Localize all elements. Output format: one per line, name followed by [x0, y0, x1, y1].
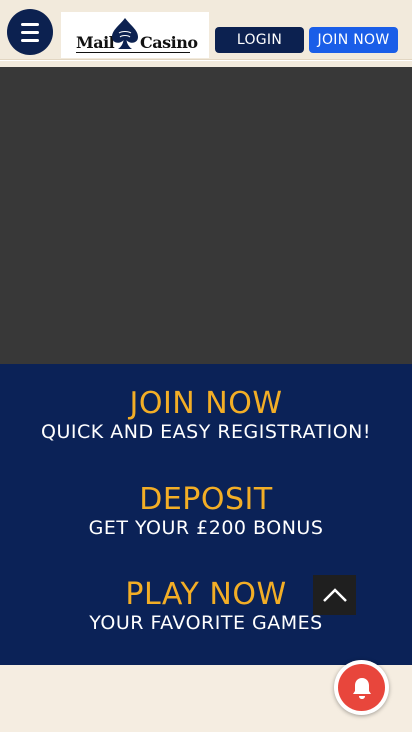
mail-casino-logo[interactable]: Mail Casino — [61, 12, 209, 58]
step-subtitle-deposit: GET YOUR £200 BONUS — [88, 517, 324, 539]
header: Mail Casino LOGIN JOIN NOW — [0, 0, 412, 60]
join-now-button[interactable]: JOIN NOW — [309, 27, 398, 53]
step-title-deposit: DEPOSIT — [139, 482, 273, 517]
menu-button[interactable] — [7, 9, 53, 55]
step-title-join: JOIN NOW — [129, 386, 283, 421]
hamburger-icon — [21, 22, 39, 26]
logo-text-casino: Casino — [140, 33, 198, 52]
login-button[interactable]: LOGIN — [215, 27, 304, 53]
step-subtitle-join: QUICK AND EASY REGISTRATION! — [41, 421, 371, 443]
logo-underline — [76, 52, 190, 53]
chevron-up-icon — [322, 588, 347, 602]
steps-section: JOIN NOW QUICK AND EASY REGISTRATION! DE… — [0, 364, 412, 665]
bell-icon — [352, 677, 371, 699]
video-player[interactable] — [0, 67, 412, 364]
scroll-to-top-button[interactable] — [313, 575, 356, 615]
notification-button[interactable] — [334, 660, 389, 715]
step-subtitle-play: YOUR FAVORITE GAMES — [89, 612, 323, 634]
spade-icon — [112, 18, 138, 49]
